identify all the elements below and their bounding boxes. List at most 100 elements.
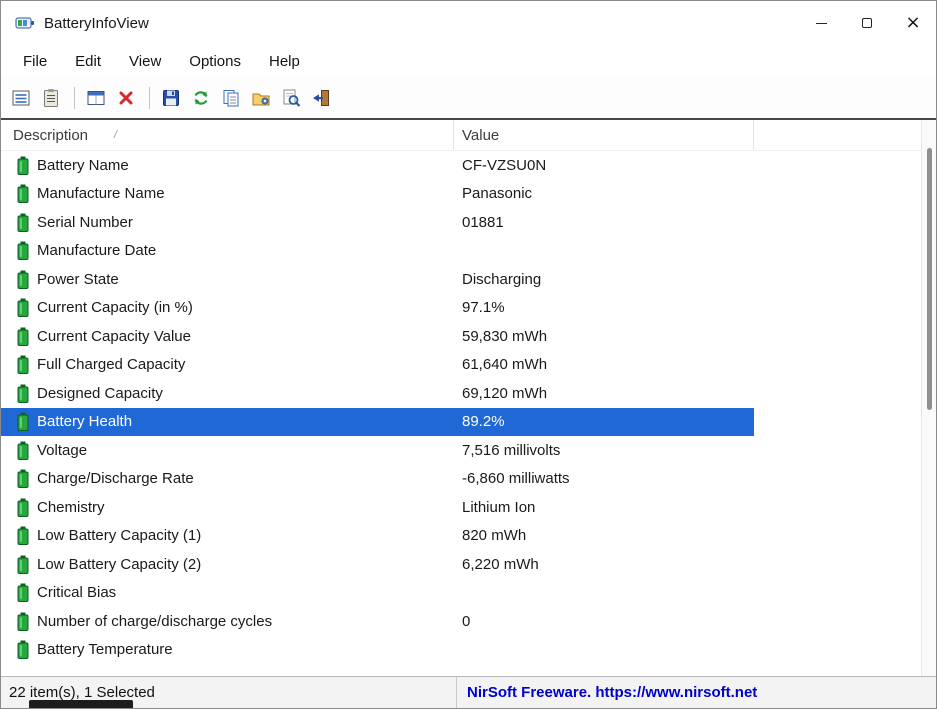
row-description: Battery Name [37,157,129,174]
table-row[interactable]: Battery Temperature [1,636,754,665]
table-row[interactable]: Battery Name CF-VZSU0N [1,151,754,180]
battery-icon [17,526,29,545]
table-row[interactable]: Serial Number 01881 [1,208,754,237]
exit-button[interactable] [307,84,335,112]
row-value-cell: 69,120 mWh [454,385,754,402]
column-header-value[interactable]: Value [454,120,754,150]
app-window: BatteryInfoView × File Edit View Options… [1,1,936,708]
delete-button[interactable] [112,84,140,112]
battery-icon [17,270,29,289]
app-icon[interactable] [15,13,35,33]
find-button[interactable] [277,84,305,112]
details-view-button[interactable] [7,84,35,112]
column-header-description[interactable]: Description / [1,120,454,150]
table-row[interactable]: Manufacture Name Panasonic [1,180,754,209]
table-row[interactable]: Power State Discharging [1,265,754,294]
row-value: 97.1% [462,299,505,316]
status-item-count: 22 item(s), 1 Selected [1,684,456,701]
window-title: BatteryInfoView [44,15,149,32]
row-description: Battery Health [37,413,132,430]
row-description-cell: Voltage [1,436,454,465]
maximize-button[interactable] [844,1,890,45]
nirsoft-link[interactable]: NirSoft Freeware. https://www.nirsoft.ne… [456,677,936,708]
row-description: Designed Capacity [37,385,163,402]
row-value-cell: Panasonic [454,185,754,202]
row-description-cell: Battery Temperature [1,636,454,665]
row-value-cell: 820 mWh [454,527,754,544]
list-header: Description / Value [1,120,936,151]
row-description-cell: Power State [1,265,454,294]
row-value-cell: 59,830 mWh [454,328,754,345]
table-row[interactable]: Number of charge/discharge cycles 0 [1,607,754,636]
save-icon [161,88,181,108]
table-row[interactable]: Current Capacity Value 59,830 mWh [1,322,754,351]
column-header-value-label: Value [462,127,499,144]
minimize-icon [816,23,827,24]
report-button[interactable] [37,84,65,112]
list-view: Description / Value Battery Name CF-VZSU… [1,120,936,676]
refresh-icon [191,88,211,108]
toolbar [1,77,936,118]
row-description-cell: Designed Capacity [1,379,454,408]
menu-item-edit[interactable]: Edit [65,50,111,73]
table-row[interactable]: Chemistry Lithium Ion [1,493,754,522]
table-row[interactable]: Charge/Discharge Rate -6,860 milliwatts [1,465,754,494]
row-description: Serial Number [37,214,133,231]
save-button[interactable] [157,84,185,112]
vertical-scrollbar[interactable] [921,120,936,676]
table-row[interactable]: Manufacture Date [1,237,754,266]
close-icon: × [905,14,920,32]
row-value: 820 mWh [462,527,526,544]
battery-icon [17,640,29,659]
menu-item-view[interactable]: View [119,50,171,73]
table-row[interactable]: Critical Bias [1,579,754,608]
menu-item-file[interactable]: File [13,50,57,73]
title-bar[interactable]: BatteryInfoView × [1,1,936,45]
table-row[interactable]: Designed Capacity 69,120 mWh [1,379,754,408]
toolbar-separator [74,87,75,109]
table-row[interactable]: Current Capacity (in %) 97.1% [1,294,754,323]
row-value: Panasonic [462,185,532,202]
menu-item-help[interactable]: Help [259,50,310,73]
row-value: 0 [462,613,470,630]
minimize-button[interactable] [798,1,844,45]
scrollbar-thumb[interactable] [927,148,932,410]
row-value: Lithium Ion [462,499,535,516]
choose-columns-icon [86,88,106,108]
properties-button[interactable] [247,84,275,112]
close-button[interactable]: × [890,1,936,45]
table-row[interactable]: Low Battery Capacity (2) 6,220 mWh [1,550,754,579]
battery-icon [17,327,29,346]
row-value: 01881 [462,214,504,231]
row-description: Low Battery Capacity (2) [37,556,201,573]
table-row[interactable]: Full Charged Capacity 61,640 mWh [1,351,754,380]
row-description-cell: Number of charge/discharge cycles [1,607,454,636]
row-description: Manufacture Name [37,185,165,202]
copy-button[interactable] [217,84,245,112]
row-description: Manufacture Date [37,242,156,259]
table-row[interactable]: Low Battery Capacity (1) 820 mWh [1,522,754,551]
row-value: 89.2% [462,413,505,430]
row-description: Current Capacity (in %) [37,299,193,316]
battery-icon [17,469,29,488]
row-description-cell: Charge/Discharge Rate [1,465,454,494]
toolbar-separator [149,87,150,109]
table-row[interactable]: Voltage 7,516 millivolts [1,436,754,465]
row-description-cell: Manufacture Name [1,180,454,209]
column-header-description-label: Description [13,127,88,144]
row-value-cell: 97.1% [454,299,754,316]
choose-columns-button[interactable] [82,84,110,112]
row-value: 7,516 millivolts [462,442,560,459]
row-description-cell: Serial Number [1,208,454,237]
row-value-cell: 01881 [454,214,754,231]
menu-item-options[interactable]: Options [179,50,251,73]
battery-icon [17,412,29,431]
row-value: 6,220 mWh [462,556,539,573]
row-description-cell: Battery Health [1,408,454,437]
table-row[interactable]: Battery Health 89.2% [1,408,754,437]
battery-icon [17,213,29,232]
exit-icon [311,88,331,108]
refresh-button[interactable] [187,84,215,112]
row-description-cell: Manufacture Date [1,237,454,266]
row-value-cell: 0 [454,613,754,630]
